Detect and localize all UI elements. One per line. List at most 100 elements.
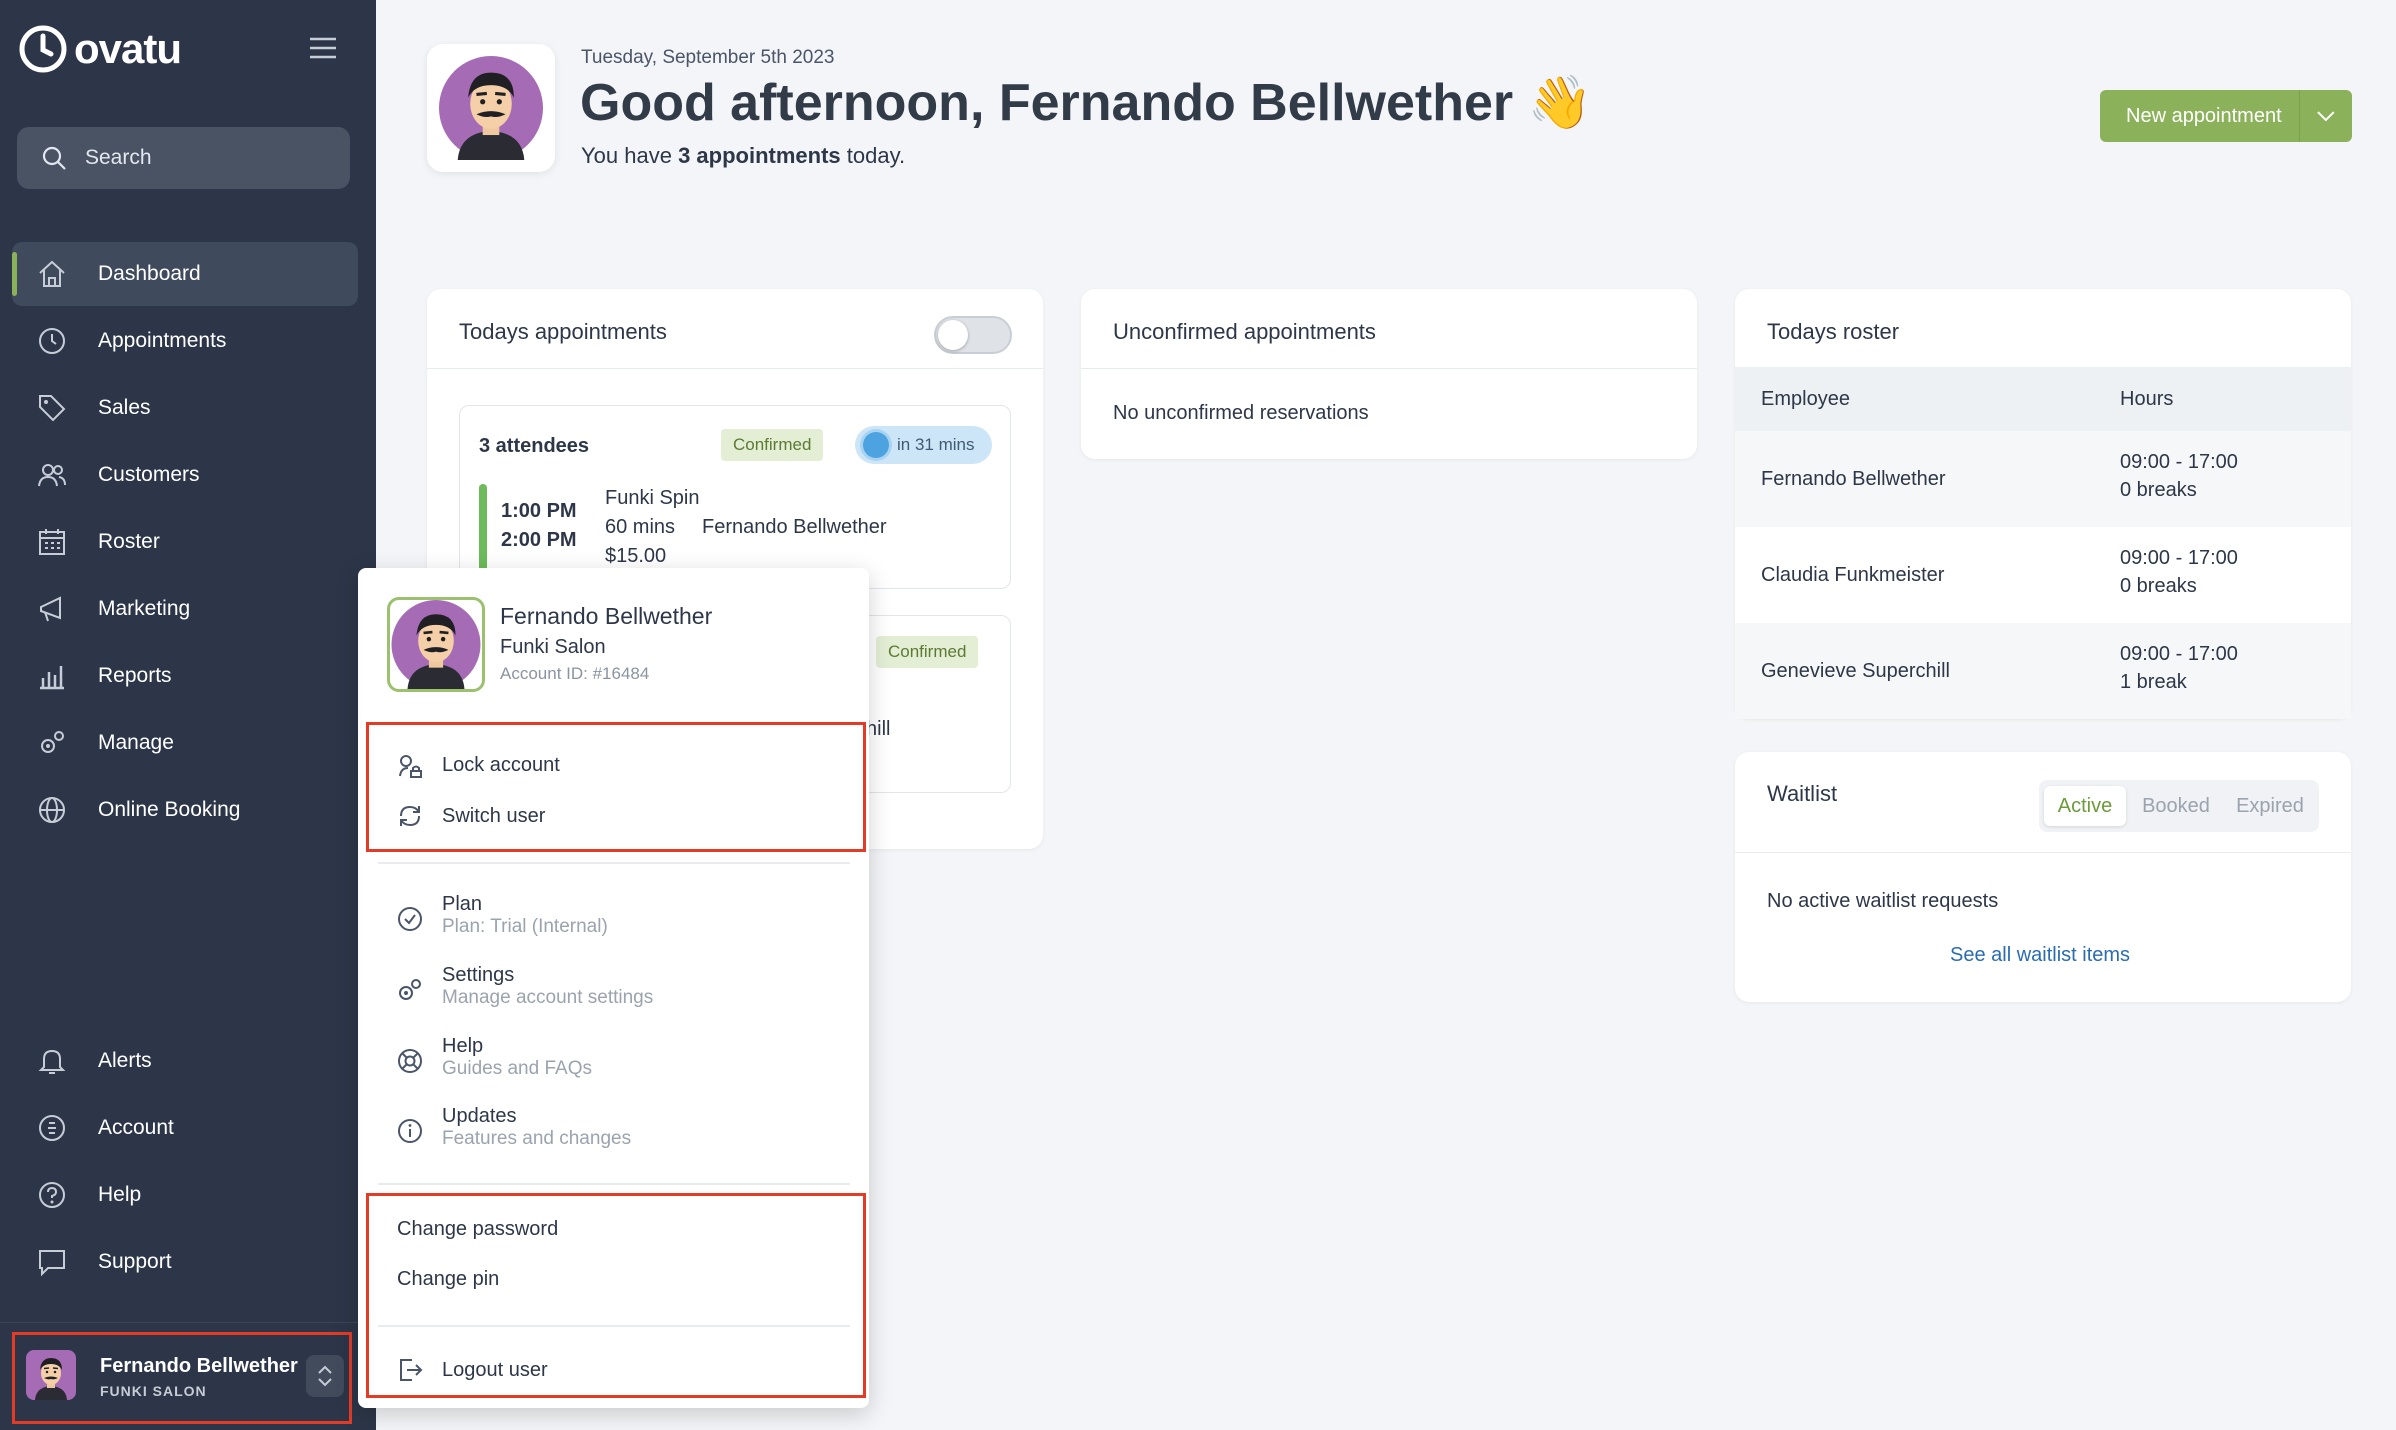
sidebar-item-appointments[interactable]: Appointments xyxy=(12,309,358,373)
employee-name: Claudia Funkmeister xyxy=(1761,563,1945,586)
search-placeholder: Search xyxy=(85,146,152,169)
sidebar-item-label: Support xyxy=(98,1250,172,1273)
bar-chart-icon xyxy=(40,666,64,690)
appointment-staff: Fernando Bellwether xyxy=(702,516,887,538)
sidebar-item-label: Online Booking xyxy=(98,798,241,821)
help-item[interactable]: Help Guides and FAQs xyxy=(396,1035,592,1080)
appointments-toggle[interactable] xyxy=(934,316,1012,354)
sidebar-item-label: Customers xyxy=(98,463,200,486)
sidebar-item-label: Help xyxy=(98,1183,142,1206)
menu-toggle-icon[interactable] xyxy=(308,36,338,60)
divider xyxy=(1081,368,1697,369)
sidebar-item-label: Marketing xyxy=(98,597,191,620)
appointments-summary: You have 3 appointments today. xyxy=(581,143,905,169)
sidebar-item-marketing[interactable]: Marketing xyxy=(12,577,358,641)
search-icon xyxy=(42,146,66,170)
calendar-icon xyxy=(39,529,65,555)
sidebar-item-label: Account xyxy=(98,1116,174,1139)
column-header-hours: Hours xyxy=(2120,387,2174,410)
sidebar-item-roster[interactable]: Roster xyxy=(12,510,358,574)
sidebar-item-manage[interactable]: Manage xyxy=(12,711,358,775)
home-icon xyxy=(39,260,65,287)
menu-item-subtitle: Plan: Trial (Internal) xyxy=(442,916,608,937)
sidebar-item-help[interactable]: Help xyxy=(12,1163,358,1227)
empty-message: No unconfirmed reservations xyxy=(1113,402,1369,424)
table-row: Genevieve Superchill 09:00 - 17:00 1 bre… xyxy=(1735,623,2351,719)
divider xyxy=(378,862,850,864)
brand-name: ovatu xyxy=(74,25,182,72)
table-header: Employee Hours xyxy=(1735,367,2351,431)
summary-suffix: today. xyxy=(840,143,906,168)
menu-item-subtitle: Manage account settings xyxy=(442,987,654,1008)
highlight-box xyxy=(12,1332,352,1424)
avatar xyxy=(387,597,485,692)
new-appointment-label: New appointment xyxy=(2126,104,2282,127)
employee-breaks: 0 breaks xyxy=(2120,479,2197,501)
divider xyxy=(378,1183,850,1185)
menu-user-salon: Funki Salon xyxy=(500,636,606,658)
unconfirmed-appointments-card xyxy=(1081,289,1697,459)
brand-logo[interactable]: ovatu xyxy=(18,24,182,74)
sidebar-item-account[interactable]: Account xyxy=(12,1096,358,1160)
status-badge: Confirmed xyxy=(876,636,979,668)
menu-item-subtitle: Features and changes xyxy=(442,1128,632,1149)
appointment-price: $15.00 xyxy=(605,545,667,567)
sidebar-item-reports[interactable]: Reports xyxy=(12,644,358,708)
menu-item-title: Updates xyxy=(442,1105,517,1127)
updates-item[interactable]: Updates Features and changes xyxy=(396,1105,631,1150)
employee-hours: 09:00 - 17:00 xyxy=(2120,451,2238,473)
card-title: Unconfirmed appointments xyxy=(1113,319,1376,344)
sidebar-item-dashboard[interactable]: Dashboard xyxy=(12,242,358,306)
plan-item[interactable]: Plan Plan: Trial (Internal) xyxy=(396,893,608,938)
waitlist-tabs: Active Booked Expired xyxy=(2039,780,2319,832)
megaphone-icon xyxy=(40,596,61,622)
menu-item-title: Help xyxy=(442,1035,484,1057)
globe-icon xyxy=(39,797,65,823)
empty-message: No active waitlist requests xyxy=(1767,890,1999,912)
tab-expired[interactable]: Expired xyxy=(2225,786,2315,826)
employee-breaks: 0 breaks xyxy=(2120,575,2197,597)
tab-booked[interactable]: Booked xyxy=(2131,786,2221,826)
employee-hours: 09:00 - 17:00 xyxy=(2120,643,2238,665)
chevron-down-icon[interactable] xyxy=(2300,90,2352,142)
page-title: Good afternoon, Fernando Bellwether 👋 xyxy=(580,74,1593,132)
ovatu-logo-icon xyxy=(19,25,67,73)
menu-item-subtitle: Guides and FAQs xyxy=(442,1058,592,1079)
table-row: Claudia Funkmeister 09:00 - 17:00 0 brea… xyxy=(1735,527,2351,623)
sidebar-item-support[interactable]: Support xyxy=(12,1230,358,1294)
menu-item-title: Plan xyxy=(442,893,483,915)
employee-hours: 09:00 - 17:00 xyxy=(2120,547,2238,569)
column-header-employee: Employee xyxy=(1761,387,1850,410)
header-avatar xyxy=(427,44,555,172)
current-date: Tuesday, September 5th 2023 xyxy=(581,47,835,68)
sidebar-item-customers[interactable]: Customers xyxy=(12,443,358,507)
sidebar-item-online-booking[interactable]: Online Booking xyxy=(12,778,358,842)
settings-item[interactable]: Settings Manage account settings xyxy=(396,964,653,1009)
appointment-attendees: 3 attendees xyxy=(479,435,590,457)
see-all-waitlist-link[interactable]: See all waitlist items xyxy=(1950,944,2130,967)
employee-breaks: 1 break xyxy=(2120,671,2187,693)
employee-name: Fernando Bellwether xyxy=(1761,467,1946,490)
employee-name: Genevieve Superchill xyxy=(1761,659,1950,682)
countdown-text: in 31 mins xyxy=(897,435,975,454)
sidebar-item-label: Roster xyxy=(98,530,160,553)
sidebar-item-sales[interactable]: Sales xyxy=(12,376,358,440)
sidebar-item-label: Manage xyxy=(98,731,174,754)
appointment-end: 2:00 PM xyxy=(501,529,577,551)
gears-icon xyxy=(399,979,421,1000)
sidebar-item-label: Alerts xyxy=(98,1049,152,1072)
search-input[interactable]: Search xyxy=(17,127,350,189)
sidebar-item-label: Dashboard xyxy=(98,262,201,285)
divider xyxy=(427,368,1043,369)
status-dot xyxy=(863,432,889,458)
tab-active[interactable]: Active xyxy=(2044,786,2126,826)
summary-count: 3 appointments xyxy=(678,143,841,168)
appointment-service: Funki Spin xyxy=(605,487,700,509)
sidebar-item-alerts[interactable]: Alerts xyxy=(12,1029,358,1093)
table-row: Fernando Bellwether 09:00 - 17:00 0 brea… xyxy=(1735,431,2351,527)
new-appointment-button[interactable]: New appointment xyxy=(2100,90,2352,142)
card-title: Todays appointments xyxy=(459,319,667,344)
check-circle-icon xyxy=(398,907,422,931)
sidebar-item-label: Appointments xyxy=(98,329,227,352)
info-icon xyxy=(398,1119,422,1143)
